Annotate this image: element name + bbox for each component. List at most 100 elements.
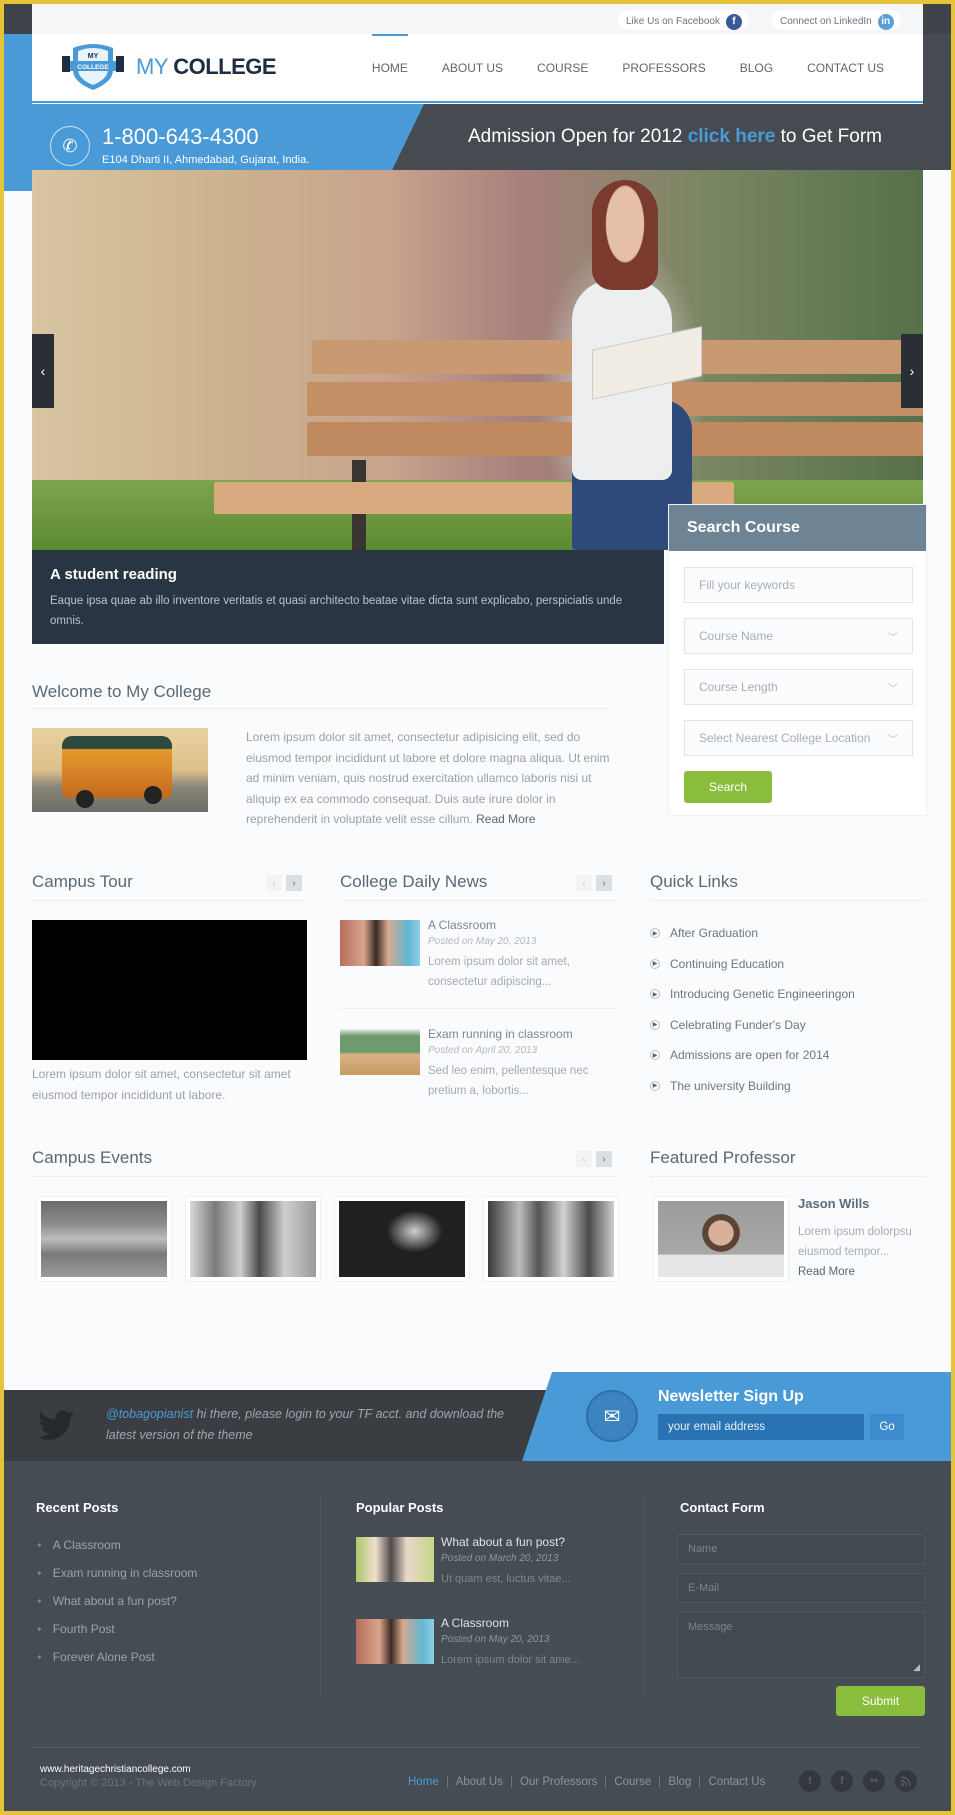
recent-post-item[interactable]: ✦ A Classroom bbox=[36, 1538, 121, 1552]
campus-events-title: Campus Events bbox=[32, 1148, 152, 1167]
logo-text: MY COLLEGE bbox=[136, 54, 277, 80]
professor-name[interactable]: Jason Wills bbox=[798, 1196, 869, 1211]
event-thumbnail[interactable] bbox=[185, 1196, 321, 1282]
search-button[interactable]: Search bbox=[684, 771, 772, 803]
event-image bbox=[488, 1201, 614, 1277]
daily-news-next-button[interactable]: › bbox=[596, 875, 612, 891]
slider-next-button[interactable]: › bbox=[901, 334, 923, 408]
rss-icon[interactable] bbox=[895, 1770, 917, 1792]
quick-link-item[interactable]: ▶ The university Building bbox=[650, 1079, 791, 1093]
keywords-input[interactable]: Fill your keywords bbox=[684, 567, 913, 603]
professor-bio-text: Lorem ipsum dolorpsu eiusmod tempor... bbox=[798, 1226, 912, 1258]
newsletter-go-button[interactable]: Go bbox=[870, 1414, 904, 1440]
facebook-link[interactable]: Like Us on Facebook f bbox=[618, 10, 748, 30]
admission-text: Admission Open for 2012 bbox=[468, 126, 688, 147]
nav-contact-us[interactable]: CONTACT US bbox=[790, 34, 901, 102]
recent-post-item[interactable]: ✦ Forever Alone Post bbox=[36, 1650, 155, 1664]
contact-email-input[interactable]: E-Mail bbox=[677, 1573, 925, 1603]
recent-post-item[interactable]: ✦ Exam running in classroom bbox=[36, 1566, 197, 1580]
contact-submit-button[interactable]: Submit bbox=[836, 1686, 925, 1716]
event-thumbnail[interactable] bbox=[334, 1196, 470, 1282]
quick-link-item[interactable]: ▶ Celebrating Funder's Day bbox=[650, 1018, 806, 1032]
professor-read-more-link[interactable]: Read More bbox=[798, 1266, 855, 1278]
tweet-handle-link[interactable]: @tobagopianist bbox=[106, 1407, 193, 1421]
event-thumbnail[interactable] bbox=[483, 1196, 619, 1282]
logo[interactable]: MY COLLEGE MY COLLEGE bbox=[60, 42, 277, 92]
circle-arrow-icon: ▶ bbox=[650, 1019, 660, 1030]
footer-nav-link[interactable]: About Us bbox=[446, 1776, 511, 1788]
news-thumbnail[interactable] bbox=[340, 1029, 420, 1075]
popular-post-thumbnail[interactable] bbox=[356, 1537, 434, 1582]
caption-text: Eaque ipsa quae ab illo inventore verita… bbox=[50, 595, 623, 627]
news-thumbnail[interactable] bbox=[340, 920, 420, 966]
footer-social-icons: t f •• bbox=[799, 1770, 917, 1792]
campus-tour-next-button[interactable]: › bbox=[286, 875, 302, 891]
twitter-icon[interactable]: t bbox=[799, 1770, 821, 1792]
popular-post-thumbnail[interactable] bbox=[356, 1619, 434, 1664]
newsletter-email-input[interactable] bbox=[658, 1414, 864, 1440]
college-location-select[interactable]: Select Nearest College Location ﹀ bbox=[684, 720, 913, 756]
footer-nav-link[interactable]: Home bbox=[408, 1776, 447, 1788]
bullet-icon: ✦ bbox=[36, 1596, 43, 1606]
quick-link-item[interactable]: ▶ Introducing Genetic Engineeringon bbox=[650, 987, 855, 1001]
slider-prev-button[interactable]: ‹ bbox=[32, 334, 54, 408]
campus-events-next-button[interactable]: › bbox=[596, 1151, 612, 1167]
bench-leg bbox=[352, 514, 366, 550]
divider bbox=[650, 1176, 925, 1177]
quick-link-label: Celebrating Funder's Day bbox=[670, 1017, 806, 1032]
facebook-icon[interactable]: f bbox=[831, 1770, 853, 1792]
circle-arrow-icon: ▶ bbox=[650, 1050, 660, 1060]
recent-post-label: What about a fun post? bbox=[52, 1594, 177, 1608]
quick-link-item[interactable]: ▶ Continuing Education bbox=[650, 957, 784, 971]
course-name-select[interactable]: Course Name ﹀ bbox=[684, 618, 913, 654]
welcome-paragraph: Lorem ipsum dolor sit amet, consectetur … bbox=[246, 730, 610, 826]
footer-nav-link[interactable]: Blog bbox=[659, 1776, 699, 1788]
nav-blog[interactable]: BLOG bbox=[723, 34, 790, 102]
daily-news-prev-button[interactable]: ‹ bbox=[576, 875, 592, 891]
nav-course[interactable]: COURSE bbox=[520, 34, 605, 102]
news-item-date: Posted on April 20, 2013 bbox=[428, 1045, 538, 1056]
course-length-select[interactable]: Course Length ﹀ bbox=[684, 669, 913, 705]
footer-nav-link[interactable]: Contact Us bbox=[699, 1776, 773, 1788]
logo-text-light: MY bbox=[136, 54, 168, 79]
professor-photo[interactable] bbox=[653, 1196, 789, 1282]
campus-events-prev-button[interactable]: ‹ bbox=[576, 1151, 592, 1167]
popular-post-title[interactable]: A Classroom bbox=[441, 1616, 509, 1630]
nav-professors[interactable]: PROFESSORS bbox=[605, 34, 722, 102]
popular-post-title[interactable]: What about a fun post? bbox=[441, 1535, 565, 1549]
news-item-text: Lorem ipsum dolor sit amet, consectetur … bbox=[428, 956, 570, 988]
contact-message-textarea[interactable]: Message ◢ bbox=[677, 1612, 925, 1678]
news-item-date: Posted on May 20, 2013 bbox=[428, 936, 537, 947]
news-item-title[interactable]: Exam running in classroom bbox=[428, 1027, 573, 1041]
recent-posts-title: Recent Posts bbox=[36, 1500, 119, 1515]
nav-about-us[interactable]: ABOUT US bbox=[425, 34, 520, 102]
footer-rule bbox=[32, 1747, 923, 1748]
top-bar-inner: Like Us on Facebook f Connect on LinkedI… bbox=[32, 4, 923, 34]
campus-tour-prev-button[interactable]: ‹ bbox=[266, 875, 282, 891]
footer-nav-link[interactable]: Course bbox=[605, 1776, 659, 1788]
header-left-band bbox=[4, 34, 32, 104]
nav-home[interactable]: HOME bbox=[355, 34, 425, 102]
contact-name-input[interactable]: Name bbox=[677, 1534, 925, 1564]
quick-link-item[interactable]: ▶ After Graduation bbox=[650, 926, 758, 940]
quick-link-label: After Graduation bbox=[670, 926, 759, 940]
linkedin-link[interactable]: Connect on LinkedIn in bbox=[772, 10, 900, 30]
featured-professor-title: Featured Professor bbox=[650, 1148, 796, 1167]
admission-banner: Admission Open for 2012 click here to Ge… bbox=[468, 126, 882, 148]
news-item-title[interactable]: A Classroom bbox=[428, 918, 496, 932]
recent-post-item[interactable]: ✦ Fourth Post bbox=[36, 1622, 115, 1636]
footer-nav-link[interactable]: Our Professors bbox=[511, 1776, 605, 1788]
flickr-icon[interactable]: •• bbox=[863, 1770, 885, 1792]
linkedin-link-label: Connect on LinkedIn bbox=[780, 16, 872, 27]
campus-tour-video[interactable] bbox=[32, 920, 307, 1060]
resize-handle-icon[interactable]: ◢ bbox=[913, 1662, 920, 1673]
event-thumbnail[interactable] bbox=[36, 1196, 172, 1282]
welcome-read-more-link[interactable]: Read More bbox=[476, 812, 535, 826]
quick-link-item[interactable]: ▶ Admissions are open for 2014 bbox=[650, 1048, 829, 1062]
admission-click-here-link[interactable]: click here bbox=[688, 126, 776, 147]
copyright: Copyright © 2013 - The Web Design Factor… bbox=[40, 1777, 257, 1789]
address: E104 Dharti II, Ahmedabad, Gujarat, Indi… bbox=[102, 154, 310, 166]
circle-arrow-icon: ▶ bbox=[650, 989, 660, 999]
circle-arrow-icon: ▶ bbox=[650, 958, 660, 969]
recent-post-item[interactable]: ✦ What about a fun post? bbox=[36, 1594, 177, 1608]
